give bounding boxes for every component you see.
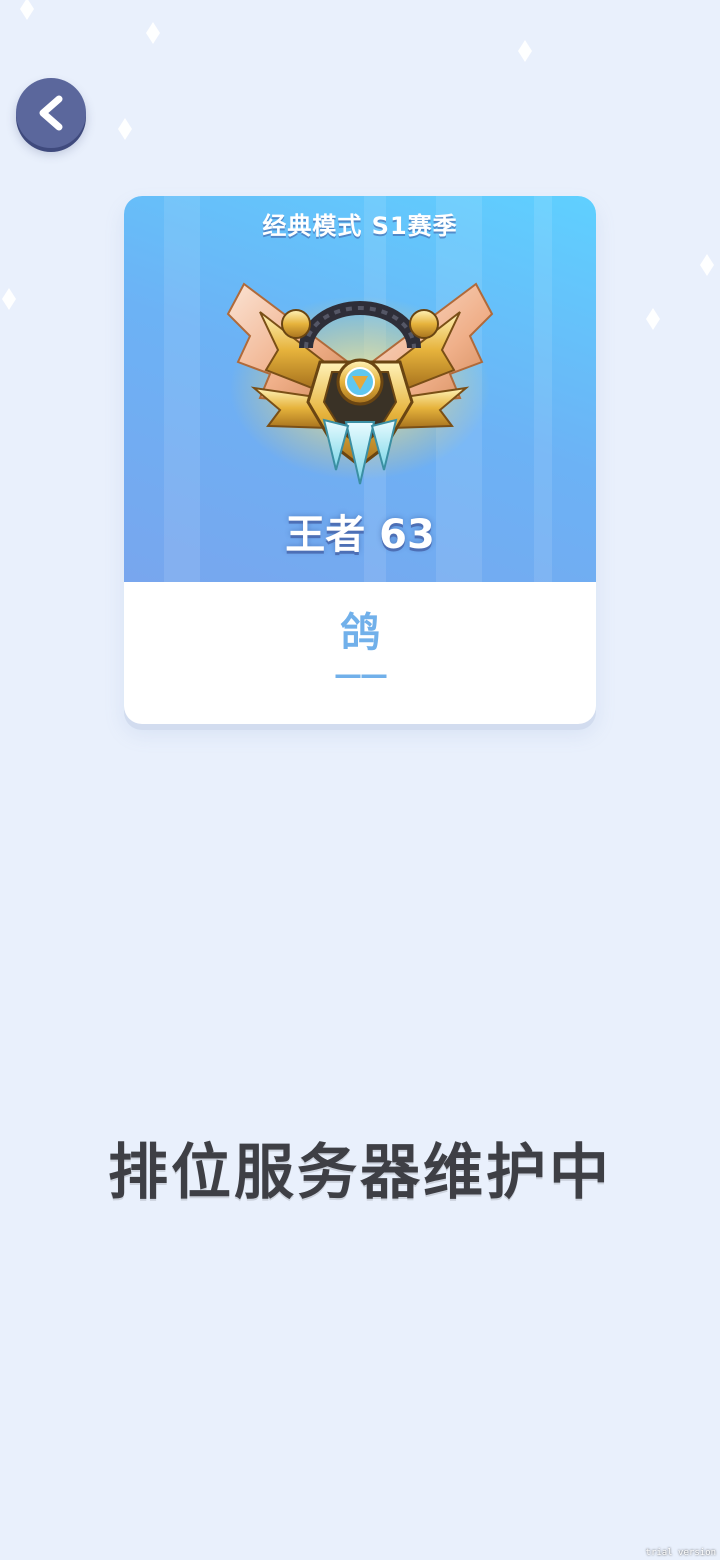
- rank-label: 王者 63: [285, 512, 435, 558]
- maintenance-message: 排位服务器维护中: [108, 1138, 612, 1208]
- version-tag: trial version: [645, 1548, 716, 1558]
- sparkle-decoration: [118, 118, 132, 140]
- sparkle-decoration: [146, 22, 160, 44]
- king-rank-emblem-icon: [226, 282, 494, 485]
- sparkle-decoration: [20, 0, 34, 20]
- season-title: 经典模式 S1赛季: [262, 212, 458, 240]
- sparkle-decoration: [2, 288, 16, 310]
- chevron-left-icon: [39, 95, 63, 131]
- rank-card-header: 经典模式 S1赛季 王者 63: [124, 196, 596, 582]
- player-name: 鸽: [340, 610, 380, 656]
- sparkle-decoration: [700, 254, 714, 276]
- sparkle-decoration: [518, 40, 532, 62]
- sparkle-decoration: [646, 308, 660, 330]
- back-button[interactable]: [16, 78, 86, 148]
- player-subtitle: ——: [334, 658, 388, 691]
- rank-card[interactable]: 经典模式 S1赛季 王者 63 鸽 ——: [124, 196, 596, 724]
